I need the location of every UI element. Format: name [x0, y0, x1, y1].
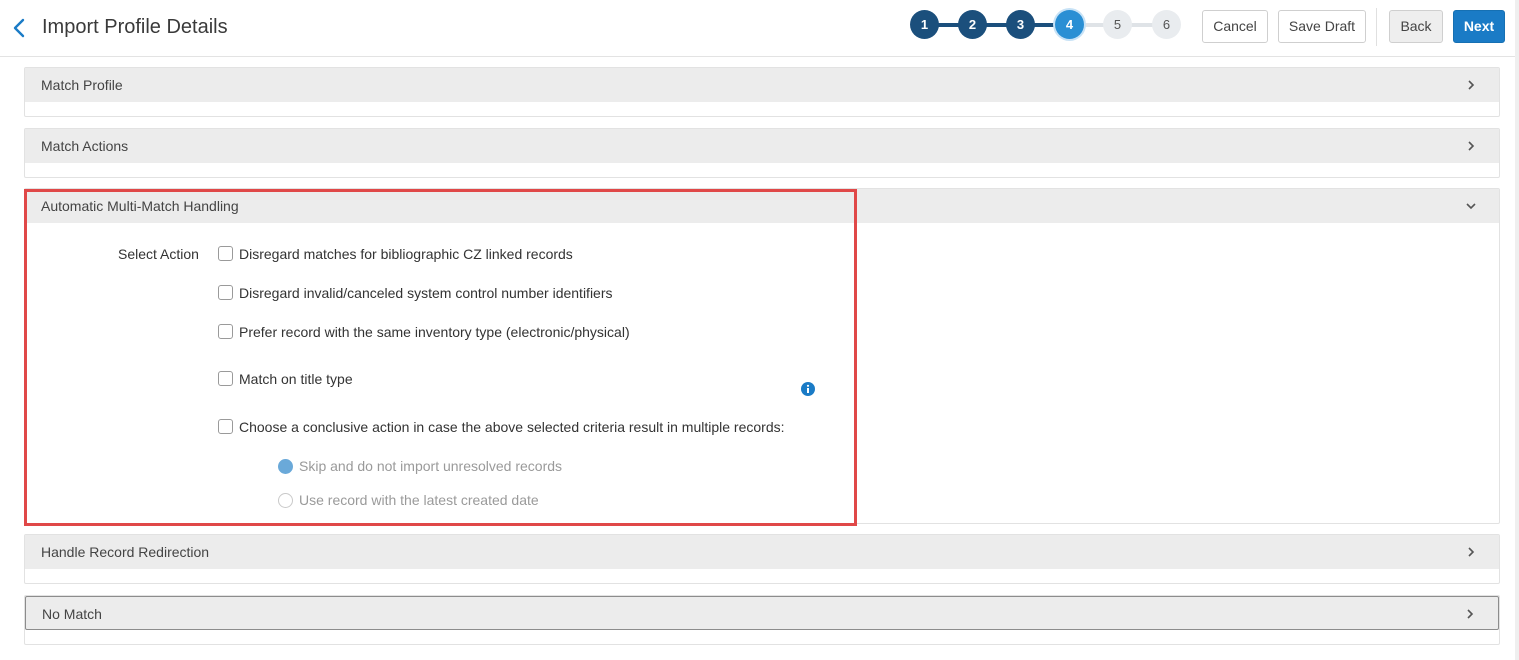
- chevron-right-icon: [1468, 80, 1475, 90]
- multi-match-header[interactable]: Automatic Multi-Match Handling: [25, 189, 1499, 223]
- panel-title: Automatic Multi-Match Handling: [41, 198, 239, 214]
- checkbox[interactable]: [218, 246, 233, 261]
- chevron-down-icon: [1466, 203, 1476, 210]
- checkbox[interactable]: [218, 285, 233, 300]
- cancel-button[interactable]: Cancel: [1202, 10, 1268, 43]
- match-actions-header[interactable]: Match Actions: [25, 129, 1499, 163]
- scrollbar[interactable]: [1515, 0, 1519, 660]
- radio-button[interactable]: [278, 493, 293, 508]
- match-profile-panel: Match Profile: [24, 67, 1500, 117]
- option-label: Match on title type: [239, 371, 353, 387]
- back-button[interactable]: Back: [1389, 10, 1443, 43]
- radio-button[interactable]: [278, 459, 293, 474]
- page-title: Import Profile Details: [42, 16, 228, 38]
- checkbox[interactable]: [218, 371, 233, 386]
- step-3[interactable]: 3: [1006, 10, 1035, 39]
- checkbox[interactable]: [218, 324, 233, 339]
- multi-match-panel: Automatic Multi-Match Handling: [24, 188, 1500, 524]
- option-label: Prefer record with the same inventory ty…: [239, 324, 630, 340]
- panel-title: Match Actions: [41, 138, 129, 154]
- info-icon[interactable]: [801, 382, 815, 396]
- redirection-header[interactable]: Handle Record Redirection: [25, 535, 1499, 569]
- redirection-panel: Handle Record Redirection: [24, 534, 1500, 584]
- checkbox[interactable]: [218, 419, 233, 434]
- step-5[interactable]: 5: [1103, 10, 1132, 39]
- panel-title: Handle Record Redirection: [41, 544, 210, 560]
- radio-label: Use record with the latest created date: [299, 492, 539, 508]
- save-draft-button[interactable]: Save Draft: [1278, 10, 1366, 43]
- option-label: Disregard matches for bibliographic CZ l…: [239, 246, 573, 262]
- match-actions-panel: Match Actions: [24, 128, 1500, 178]
- chevron-left-icon[interactable]: [10, 17, 30, 39]
- radio-label: Skip and do not import unresolved record…: [299, 458, 563, 474]
- wizard-stepper: 1 2 3 4 5 6: [910, 10, 1182, 40]
- chevron-right-icon: [1467, 609, 1474, 619]
- option-label: Choose a conclusive action in case the a…: [239, 419, 785, 435]
- chevron-right-icon: [1468, 141, 1475, 151]
- no-match-panel: No Match: [24, 595, 1500, 645]
- step-4[interactable]: 4: [1055, 10, 1084, 39]
- step-1[interactable]: 1: [910, 10, 939, 39]
- toolbar-divider: [1376, 8, 1377, 46]
- page-header: Import Profile Details 1 2 3 4 5 6 Cance…: [0, 0, 1519, 57]
- match-profile-header[interactable]: Match Profile: [25, 68, 1499, 102]
- step-2[interactable]: 2: [958, 10, 987, 39]
- option-label: Disregard invalid/canceled system contro…: [239, 285, 613, 301]
- next-button[interactable]: Next: [1453, 10, 1505, 43]
- chevron-right-icon: [1468, 547, 1475, 557]
- panel-title: No Match: [42, 606, 102, 622]
- select-action-label: Select Action: [118, 246, 199, 262]
- panel-title: Match Profile: [41, 77, 123, 93]
- no-match-header[interactable]: No Match: [25, 596, 1499, 630]
- step-6[interactable]: 6: [1152, 10, 1181, 39]
